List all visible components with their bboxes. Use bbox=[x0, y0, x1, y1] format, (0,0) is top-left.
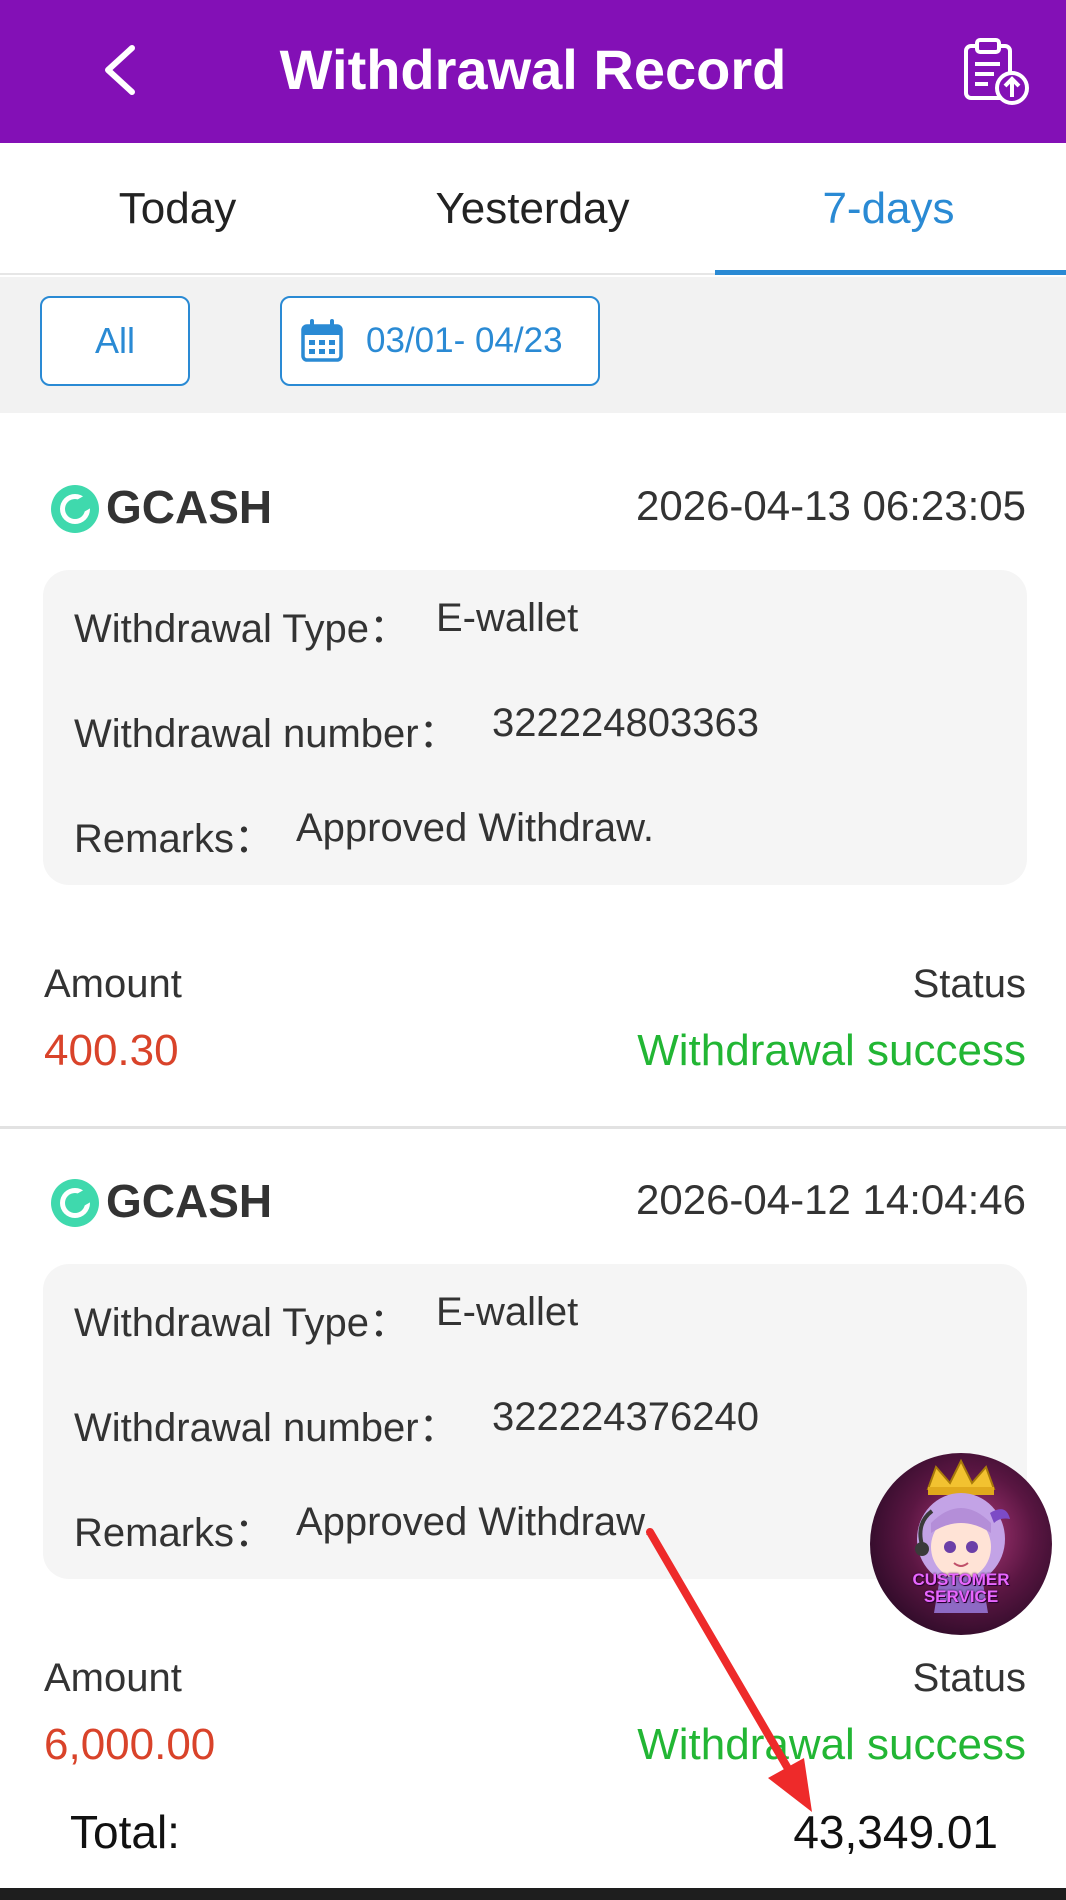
record-divider bbox=[0, 1126, 1066, 1129]
customer-service-button[interactable]: CUSTOMER SERVICE bbox=[870, 1453, 1052, 1635]
withdrawal-record-page: Withdrawal Record Today Yesterday 7-days… bbox=[0, 0, 1066, 1900]
withdrawal-number-value: 322224376240 bbox=[492, 1395, 759, 1439]
withdrawal-type-label: Withdrawal Type： bbox=[74, 1301, 409, 1345]
gcash-logo-icon bbox=[51, 1179, 99, 1227]
tab-7-days[interactable]: 7-days bbox=[711, 143, 1066, 275]
amount-label: Amount bbox=[44, 962, 182, 1006]
amount-value: 400.30 bbox=[44, 1026, 179, 1075]
gcash-logo-icon bbox=[51, 485, 99, 533]
record-datetime: 2026-04-12 14:04:46 bbox=[636, 1176, 1026, 1223]
remarks-row: Remarks： Approved Withdraw. bbox=[74, 1500, 654, 1558]
withdrawal-type-label: Withdrawal Type： bbox=[74, 607, 409, 651]
remarks-label: Remarks： bbox=[74, 817, 275, 861]
calendar-icon bbox=[301, 319, 343, 362]
withdrawal-number-label: Withdrawal number： bbox=[74, 1406, 459, 1450]
tab-today[interactable]: Today bbox=[0, 143, 355, 275]
top-app-bar: Withdrawal Record bbox=[0, 0, 1066, 143]
status-label: Status bbox=[912, 1656, 1026, 1700]
status-label: Status bbox=[912, 962, 1026, 1006]
withdrawal-number-label: Withdrawal number： bbox=[74, 712, 459, 756]
system-navigation-bar bbox=[0, 1888, 1066, 1900]
date-range-button[interactable]: 03/01- 04/23 bbox=[280, 296, 600, 386]
payment-method-name: GCASH bbox=[106, 1175, 273, 1227]
total-value: 43,349.01 bbox=[793, 1806, 998, 1858]
tab-yesterday[interactable]: Yesterday bbox=[355, 143, 710, 275]
date-range-label: 03/01- 04/23 bbox=[366, 321, 563, 360]
period-tabs: Today Yesterday 7-days bbox=[0, 143, 1066, 275]
amount-value: 6,000.00 bbox=[44, 1720, 216, 1769]
clipboard-upload-icon bbox=[964, 38, 1029, 105]
withdrawal-number-row: Withdrawal number： 322224376240 bbox=[74, 1395, 759, 1453]
filter-bar: All 03/01- 04/23 bbox=[0, 277, 1066, 413]
record-datetime: 2026-04-13 06:23:05 bbox=[636, 482, 1026, 529]
remarks-label: Remarks： bbox=[74, 1511, 275, 1555]
remarks-value: Approved Withdraw. bbox=[296, 1500, 654, 1544]
withdrawal-type-value: E-wallet bbox=[436, 1290, 579, 1334]
active-tab-indicator bbox=[715, 270, 1066, 275]
record-header: GCASH 2026-04-12 14:04:46 bbox=[0, 1160, 1066, 1240]
customer-service-label: CUSTOMER SERVICE bbox=[912, 1570, 1010, 1606]
total-label: Total: bbox=[70, 1806, 180, 1858]
status-value: Withdrawal success bbox=[637, 1720, 1026, 1769]
type-filter-button[interactable]: All bbox=[40, 296, 190, 386]
remarks-row: Remarks： Approved Withdraw. bbox=[74, 806, 654, 864]
record-header: GCASH 2026-04-13 06:23:05 bbox=[0, 466, 1066, 546]
remarks-value: Approved Withdraw. bbox=[296, 806, 654, 850]
upload-record-button[interactable] bbox=[960, 36, 1032, 108]
withdrawal-number-row: Withdrawal number： 322224803363 bbox=[74, 701, 759, 759]
customer-service-avatar-icon bbox=[915, 1458, 1010, 1613]
record-details: Withdrawal Type： E-wallet Withdrawal num… bbox=[43, 570, 1027, 885]
status-value: Withdrawal success bbox=[637, 1026, 1026, 1075]
withdrawal-type-row: Withdrawal Type： E-wallet bbox=[74, 596, 578, 654]
withdrawal-type-value: E-wallet bbox=[436, 596, 579, 640]
withdrawal-number-value: 322224803363 bbox=[492, 701, 759, 745]
page-title: Withdrawal Record bbox=[279, 38, 787, 101]
payment-method-name: GCASH bbox=[106, 481, 273, 533]
withdrawal-type-row: Withdrawal Type： E-wallet bbox=[74, 1290, 578, 1348]
amount-label: Amount bbox=[44, 1656, 182, 1700]
